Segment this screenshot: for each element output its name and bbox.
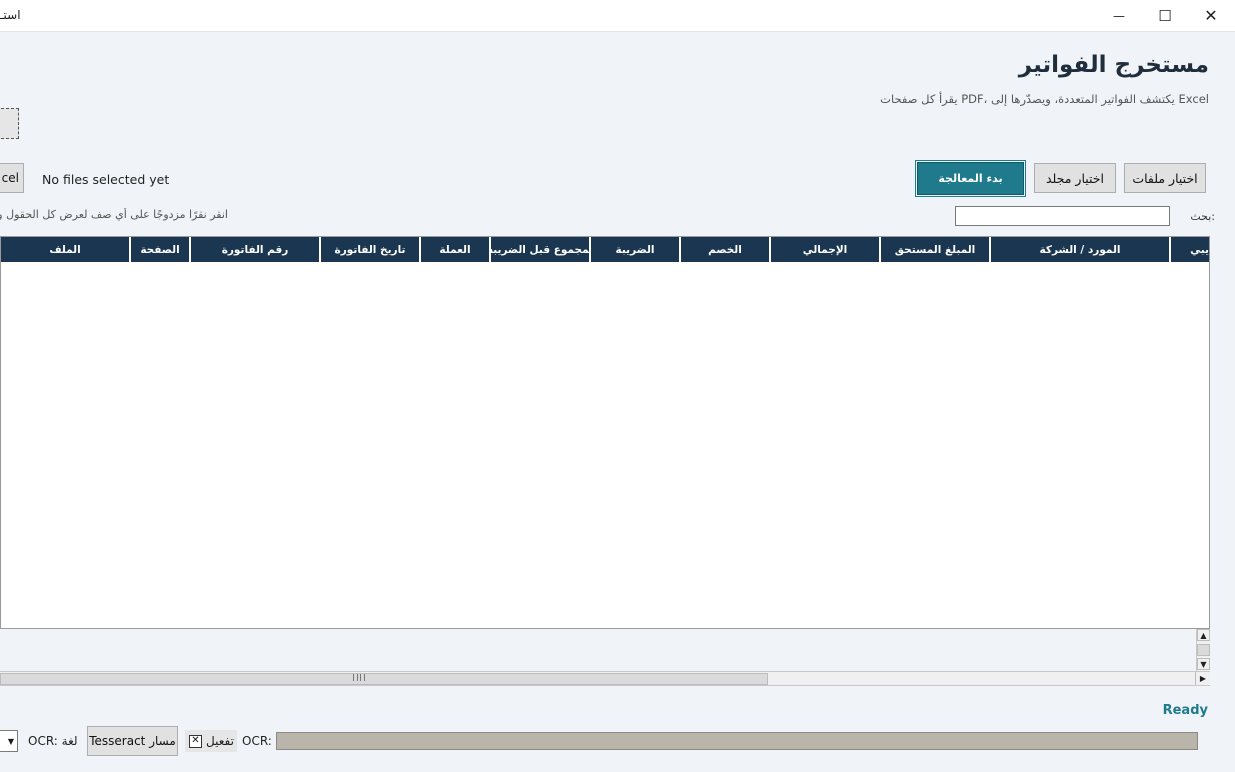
column-header[interactable]: المورد / الشركة [991,237,1171,262]
column-header[interactable]: الخصم [681,237,771,262]
table-horizontal-scrollbar[interactable]: ▶ [0,671,1210,686]
choose-files-button[interactable]: اختيار ملفات [1124,163,1206,193]
ocr-language-label: OCR: لغة [28,734,78,748]
column-header[interactable]: تاريخ الفاتورة [321,237,421,262]
chevron-down-icon: ▼ [7,736,14,746]
column-header[interactable]: الإجمالي [771,237,881,262]
scroll-right-icon[interactable]: ▶ [1195,672,1210,685]
double-click-hint: انقر نقرًا مزدوجًا على أي صف لعرض كل الح… [0,208,228,221]
scroll-up-icon[interactable]: ▲ [1197,629,1210,641]
column-header[interactable]: العملة [421,237,491,262]
ocr-label: OCR: [242,734,272,748]
search-label: :بحث [1190,210,1215,223]
horizontal-scroll-thumb[interactable] [0,673,768,685]
scroll-down-icon[interactable]: ▼ [1197,658,1210,670]
close-button[interactable]: ✕ [1188,0,1234,31]
export-excel-button[interactable]: cel [0,163,24,193]
minimize-button[interactable]: — [1096,0,1142,31]
ocr-language-select[interactable]: ▼ [0,730,18,752]
start-processing-button[interactable]: بدء المعالجة [915,160,1026,197]
scroll-grip-icon [353,674,365,681]
page-subtitle: Excel يكتشف الفواتير المتعددة، ويصدّرها … [880,92,1209,106]
choose-folder-button[interactable]: اختيار مجلد [1034,163,1116,193]
maximize-icon: ☐ [1158,6,1172,25]
page-title: مستخرج الفواتير [1018,52,1209,78]
ocr-enable-toggle[interactable]: ✕ تفعيل [185,730,237,752]
column-header[interactable]: رقم الفاتورة [191,237,321,262]
window-title: استـ [0,8,21,22]
minimize-icon: — [1113,8,1125,23]
column-header[interactable]: الضريبة [591,237,681,262]
status-text: Ready [1162,703,1208,718]
table-vertical-scrollbar[interactable]: ▲ ▼ [1196,629,1210,671]
tesseract-path-button[interactable]: Tesseract مسار [87,726,178,756]
checkbox-checked-icon[interactable]: ✕ [189,734,202,748]
ocr-progress-bar [276,732,1198,750]
table-header: يبي المورد / الشركة المبلغ المستحق الإجم… [1,237,1209,263]
search-input[interactable] [955,206,1170,226]
partial-left-button[interactable] [0,108,19,139]
column-header[interactable]: الصفحة [131,237,191,262]
ocr-enable-label: تفعيل [206,734,234,748]
column-header[interactable]: الملف [1,237,131,262]
maximize-button[interactable]: ☐ [1142,0,1188,31]
column-header[interactable]: يبي [1171,237,1209,262]
column-header[interactable]: المبلغ المستحق [881,237,991,262]
close-icon: ✕ [1204,6,1218,25]
invoices-table[interactable]: يبي المورد / الشركة المبلغ المستحق الإجم… [0,236,1210,629]
window-titlebar: استـ — ☐ ✕ [0,0,1235,32]
files-status: No files selected yet [42,172,170,187]
scroll-thumb[interactable] [1197,644,1210,656]
column-header[interactable]: لمجموع قبل الضريبة [491,237,591,262]
